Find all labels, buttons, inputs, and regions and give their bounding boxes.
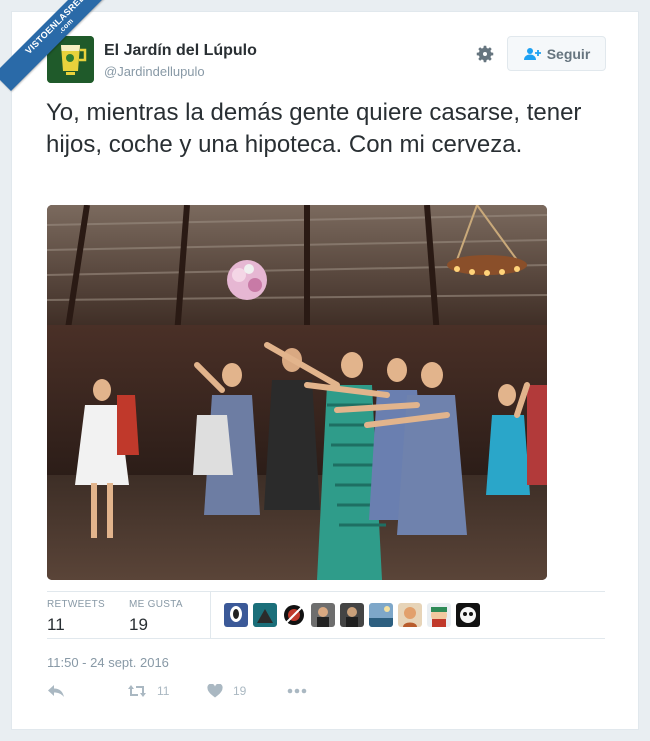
- liker-avatars: [224, 603, 480, 627]
- wedding-bouquet-toss-photo: [47, 205, 547, 580]
- more-dots-icon: [287, 688, 307, 694]
- stats-divider-bottom: [47, 638, 605, 639]
- liker-avatar[interactable]: [398, 603, 422, 627]
- liker-avatar[interactable]: [224, 603, 248, 627]
- liker-avatar[interactable]: [369, 603, 393, 627]
- tweet-timestamp[interactable]: 11:50 - 24 sept. 2016: [47, 655, 169, 670]
- stats-divider-vertical: [210, 592, 211, 638]
- liker-avatar[interactable]: [340, 603, 364, 627]
- likes-count: 19: [129, 615, 148, 634]
- tweet-text: Yo, mientras la demás gente quiere casar…: [46, 99, 582, 158]
- tweet-actions: 11 19: [47, 684, 307, 698]
- retweet-icon: [128, 685, 146, 697]
- likes-label: ME GUSTA: [129, 599, 183, 610]
- add-user-icon: [523, 47, 541, 60]
- gear-icon[interactable]: [474, 43, 496, 65]
- like-count: 19: [233, 684, 247, 698]
- more-button[interactable]: [287, 688, 307, 694]
- stats-divider-top: [47, 591, 605, 592]
- liker-avatar[interactable]: [253, 603, 277, 627]
- retweets-count: 11: [47, 615, 65, 634]
- heart-icon: [207, 684, 223, 698]
- retweets-stat[interactable]: RETWEETS 11: [47, 599, 105, 635]
- retweet-count: 11: [157, 684, 170, 698]
- account-name[interactable]: El Jardín del Lúpulo: [104, 42, 257, 60]
- retweets-label: RETWEETS: [47, 599, 105, 610]
- follow-label: Seguir: [546, 45, 591, 62]
- liker-avatar[interactable]: [282, 603, 306, 627]
- liker-avatar[interactable]: [311, 603, 335, 627]
- tweet-photo[interactable]: [47, 205, 547, 580]
- retweet-button[interactable]: 11: [127, 684, 207, 698]
- reply-icon: [48, 685, 64, 697]
- liker-avatar[interactable]: [427, 603, 451, 627]
- reply-button[interactable]: [47, 684, 127, 698]
- liker-avatar[interactable]: [456, 603, 480, 627]
- account-handle[interactable]: @Jardindellupulo: [104, 64, 205, 79]
- like-button[interactable]: 19: [207, 684, 287, 698]
- likes-stat[interactable]: ME GUSTA 19: [129, 599, 183, 635]
- follow-button[interactable]: Seguir: [507, 36, 606, 71]
